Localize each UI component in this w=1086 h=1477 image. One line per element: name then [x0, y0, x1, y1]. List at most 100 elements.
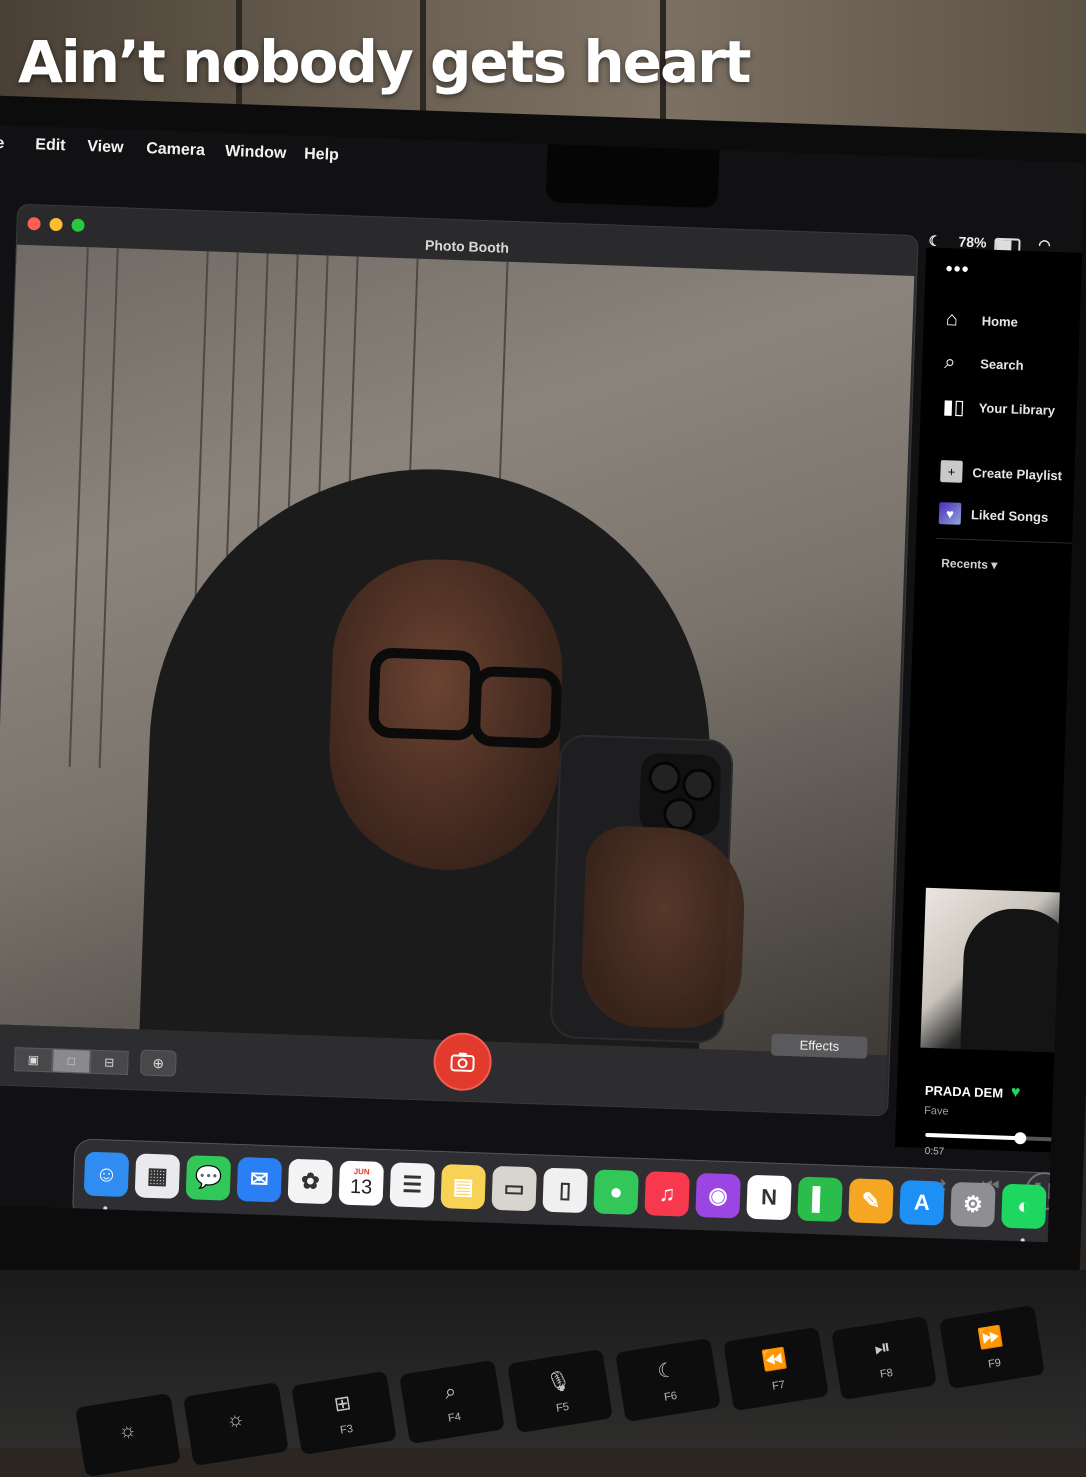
- key-glyph-icon: ⏯: [872, 1335, 892, 1360]
- numbers-icon[interactable]: ▌: [797, 1176, 843, 1223]
- photo-booth-window: Photo Booth ▣ □ ⊟ ⊕ Effects: [0, 203, 919, 1117]
- effects-button[interactable]: Effects: [770, 1033, 868, 1059]
- pages-icon[interactable]: ✎: [848, 1178, 894, 1224]
- system-settings-icon[interactable]: ⚙: [950, 1181, 996, 1228]
- fullscreen-button[interactable]: ⊕: [139, 1049, 177, 1077]
- recents-label: Recents: [941, 556, 989, 572]
- take-photo-button[interactable]: [432, 1031, 493, 1092]
- freeform-icon[interactable]: ▭: [491, 1165, 537, 1212]
- calendar-icon[interactable]: JUN 13: [338, 1160, 385, 1207]
- caret-down-icon: ▾: [991, 557, 998, 573]
- key-glyph-icon: ⌕: [443, 1379, 458, 1404]
- recents-dropdown[interactable]: Recents ▾: [941, 556, 998, 572]
- key-glyph-icon: ☼: [224, 1407, 247, 1432]
- progress-fill: [925, 1132, 1021, 1141]
- phone-lens: [662, 797, 696, 831]
- search-icon: ⌕: [943, 351, 956, 374]
- single-photo-mode-button[interactable]: □: [51, 1048, 91, 1074]
- function-key[interactable]: ⏪ F7: [723, 1326, 829, 1412]
- track-artist[interactable]: Fave: [924, 1105, 949, 1118]
- more-options-icon[interactable]: •••: [945, 258, 970, 282]
- nav-search-label: Search: [979, 356, 1024, 373]
- video-caption: Ain’t nobody gets heart: [18, 28, 751, 96]
- phone-lens: [681, 768, 715, 802]
- key-glyph-icon: ☼: [116, 1418, 139, 1443]
- launchpad-icon[interactable]: ▦: [134, 1153, 181, 1199]
- menu-app[interactable]: e: [0, 135, 5, 153]
- heart-icon: ♥: [938, 502, 962, 525]
- testflight-icon[interactable]: ▯: [542, 1167, 588, 1214]
- function-key[interactable]: ☼: [183, 1381, 289, 1467]
- key-glyph-icon: 🎙: [544, 1368, 573, 1395]
- video-mode-button[interactable]: ⊟: [89, 1049, 129, 1076]
- key-glyph-icon: ⊞: [332, 1391, 353, 1416]
- function-key[interactable]: ⏯ F8: [831, 1315, 937, 1401]
- wall-panel-line: [98, 248, 119, 768]
- progress-bar[interactable]: [925, 1132, 1066, 1145]
- liked-heart-icon[interactable]: ♥: [1011, 1084, 1021, 1102]
- key-glyph-icon: ⏪: [760, 1346, 789, 1373]
- nav-library-label: Your Library: [978, 400, 1056, 418]
- laptop-screen: e Edit View Camera Window Help ☾ 78% ◠ P…: [0, 125, 1086, 1243]
- function-key[interactable]: ☼: [75, 1392, 181, 1477]
- nav-home-label: Home: [981, 313, 1019, 330]
- key-glyph-icon: ⏩: [976, 1324, 1005, 1351]
- function-key[interactable]: ⌕ F4: [399, 1359, 505, 1445]
- liked-songs-label: Liked Songs: [970, 506, 1049, 525]
- camera-icon: [450, 1052, 475, 1072]
- nav-library[interactable]: ▮▯ Your Library: [942, 394, 1055, 423]
- menu-view[interactable]: View: [87, 138, 124, 157]
- key-label: F5: [555, 1400, 570, 1415]
- podcasts-icon[interactable]: ◉: [695, 1172, 741, 1219]
- notion-icon[interactable]: N: [746, 1174, 792, 1221]
- phone-lens: [648, 761, 682, 795]
- key-label: F7: [771, 1378, 786, 1393]
- finder-icon[interactable]: ☺: [83, 1151, 130, 1198]
- key-label: F8: [879, 1366, 894, 1381]
- function-key[interactable]: ⏩ F9: [939, 1304, 1045, 1390]
- burst-mode-button[interactable]: ▣: [13, 1047, 53, 1073]
- facetime-icon[interactable]: ●: [593, 1169, 639, 1215]
- function-key[interactable]: 🎙 F5: [507, 1348, 613, 1434]
- menu-camera[interactable]: Camera: [146, 140, 205, 160]
- key-glyph-icon: ☾: [655, 1358, 678, 1383]
- person-hand: [579, 824, 747, 1031]
- menu-edit[interactable]: Edit: [35, 136, 66, 155]
- create-playlist-label: Create Playlist: [972, 464, 1063, 483]
- function-key[interactable]: ☾ F6: [615, 1337, 721, 1423]
- function-key[interactable]: ⊞ F3: [291, 1370, 397, 1456]
- photos-icon[interactable]: ✿: [287, 1158, 334, 1205]
- mode-selector: ▣ □ ⊟: [13, 1047, 129, 1076]
- camera-preview: [0, 244, 915, 1056]
- glasses-right-lens: [469, 665, 563, 749]
- mail-icon[interactable]: ✉: [236, 1156, 283, 1203]
- liked-songs-button[interactable]: ♥ Liked Songs: [938, 502, 1049, 528]
- key-label: F3: [339, 1422, 354, 1437]
- key-label: F6: [663, 1389, 678, 1404]
- calendar-day: 13: [349, 1175, 373, 1199]
- phone-camera-bump: [638, 752, 722, 836]
- reminders-icon[interactable]: ☰: [389, 1162, 436, 1208]
- library-icon: ▮▯: [942, 396, 966, 419]
- app-store-icon[interactable]: A: [899, 1180, 945, 1226]
- elapsed-time: 0:57: [924, 1145, 945, 1158]
- spotify-icon[interactable]: ◐: [1001, 1183, 1047, 1230]
- key-label: F9: [987, 1356, 1002, 1371]
- menu-window[interactable]: Window: [225, 143, 287, 163]
- nav-home[interactable]: ⌂ Home: [945, 308, 1018, 334]
- key-label: F4: [447, 1410, 462, 1425]
- progress-knob[interactable]: [1014, 1132, 1027, 1145]
- album-art[interactable]: [920, 887, 1076, 1053]
- wall-panel-line: [68, 247, 89, 767]
- music-icon[interactable]: ♫: [644, 1171, 690, 1217]
- messages-icon[interactable]: 💬: [185, 1155, 232, 1201]
- glasses-left-lens: [367, 647, 481, 742]
- track-title[interactable]: PRADA DEM: [925, 1083, 1004, 1101]
- laptop-keyboard: ☼ ☼ ⊞ F3 ⌕ F4 🎙 F5 ☾ F6 ⏪ F7 ⏯ F8 ⏩ F9: [0, 1270, 1086, 1477]
- nav-search[interactable]: ⌕ Search: [944, 351, 1024, 377]
- menu-help[interactable]: Help: [304, 146, 339, 165]
- plus-icon: +: [940, 460, 963, 483]
- create-playlist-button[interactable]: + Create Playlist: [940, 460, 1062, 486]
- notes-icon[interactable]: ▤: [440, 1164, 486, 1210]
- sidebar-divider: [936, 537, 1086, 545]
